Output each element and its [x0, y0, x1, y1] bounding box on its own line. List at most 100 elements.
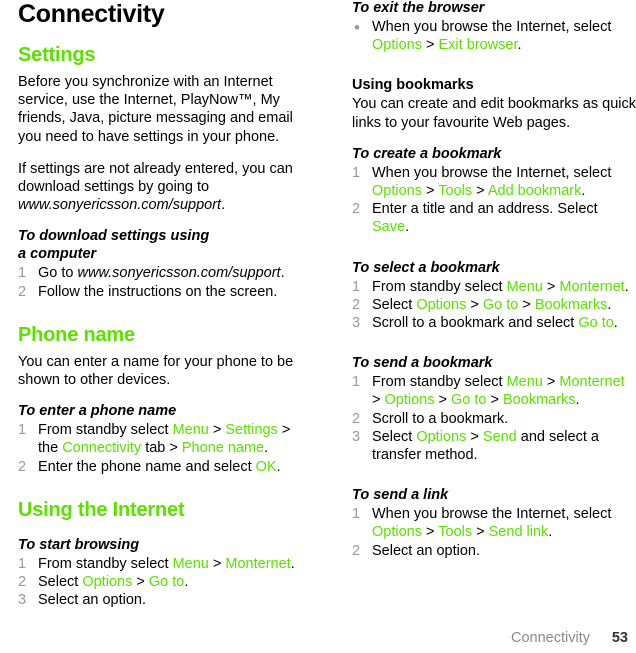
step-text-pre: Go to [38, 265, 78, 282]
menu-path-item: Phone name [181, 440, 265, 457]
list-item: 2 Scroll to a bookmark. [352, 410, 636, 428]
step-sep: . [624, 278, 629, 295]
menu-path-item: Bookmarks [503, 392, 576, 409]
list-item: 3 Select an option. [18, 591, 303, 609]
footer-chapter-name: Connectivity [511, 630, 590, 646]
footer-page-number: 53 [611, 630, 628, 646]
step-text: From standby select [372, 278, 507, 295]
menu-path-item: OK [255, 458, 277, 475]
settings-para2-post: . [221, 197, 226, 214]
step-sep: > [421, 524, 439, 541]
menu-path-item: Tools [438, 524, 473, 541]
manual-page: Connectivity Settings Before you synchro… [0, 0, 636, 653]
step-sep: > [434, 392, 452, 409]
step-sep: . [405, 219, 410, 236]
step-sep: > [466, 428, 483, 445]
menu-path-item: Go to [578, 315, 614, 332]
list-item: 2 Select Options > Go to > Bookmarks. [352, 296, 636, 314]
menu-path-item: Options [372, 37, 422, 54]
step-sep: tab > [141, 440, 182, 457]
step-text: Scroll to a bookmark. [372, 410, 509, 427]
procedure-heading-download-settings-line2: a computer [18, 246, 97, 263]
step-sep: . [581, 183, 586, 200]
step-number: 1 [352, 164, 361, 181]
menu-path-item: Monternet [559, 278, 625, 295]
step-sep: > [472, 524, 489, 541]
menu-path-item: Save [372, 219, 406, 236]
step-sep: . [290, 555, 295, 572]
menu-path-item: Options [416, 296, 467, 313]
menu-path-item: Send link [488, 524, 549, 541]
procedure-heading-start-browsing: To start browsing [18, 536, 140, 553]
step-number: 3 [352, 315, 361, 332]
step-number: 2 [18, 283, 27, 300]
steps-start-browsing: 1 From standby select Menu > Monternet. 2… [18, 555, 303, 610]
list-item: 1 Go to www.sonyericsson.com/support. [18, 264, 303, 282]
procedure-heading-send-bookmark: To send a bookmark [352, 355, 493, 372]
step-sep: > [542, 374, 560, 391]
step-sep: > [518, 296, 535, 313]
step-number: 1 [352, 506, 361, 523]
steps-select-bookmark: 1 From standby select Menu > Monternet. 2… [352, 278, 636, 333]
menu-path-item: Settings [225, 422, 278, 439]
menu-path-item: Menu [506, 278, 543, 295]
step-text-pre: Follow the instructions on the screen. [38, 283, 278, 300]
step-sep: . [264, 440, 269, 457]
step-number: 1 [352, 374, 361, 391]
step-number: 2 [18, 458, 27, 475]
settings-paragraph-1: Before you synchronize with an Internet … [18, 74, 293, 145]
step-number: 1 [18, 422, 27, 439]
list-item: 3 Scroll to a bookmark and select Go to. [352, 314, 636, 332]
menu-path-item: Tools [438, 183, 473, 200]
step-text: From standby select [38, 555, 173, 572]
step-sep: > [208, 422, 226, 439]
list-item: • When you browse the Internet, select Op… [352, 18, 636, 54]
phone-name-paragraph-1: You can enter a name for your phone to b… [18, 353, 294, 389]
list-item: 2 Select Options > Go to. [18, 573, 303, 591]
list-item: 1 From standby select Menu > Monternet. [18, 555, 303, 573]
procedure-heading-enter-phone-name: To enter a phone name [18, 403, 177, 420]
step-text: Enter the phone name and select [38, 458, 256, 475]
procedure-heading-create-bookmark: To create a bookmark [352, 145, 502, 162]
procedure-heading-download-settings-line1: To download settings using [18, 228, 210, 245]
procedure-heading-send-link: To send a link [352, 487, 449, 504]
step-sep: . [607, 296, 612, 313]
step-text: Select an option. [372, 542, 481, 559]
menu-path-item: Go to [451, 392, 487, 409]
step-sep: . [184, 574, 189, 591]
step-text: Select [372, 296, 417, 313]
right-column: To exit the browser • When you browse the… [352, 0, 636, 574]
step-sep: > [542, 278, 560, 295]
step-sep: > [466, 296, 483, 313]
steps-send-bookmark: 1 From standby select Menu > Monternet > … [352, 373, 636, 464]
bullet-icon: • [354, 18, 360, 37]
menu-path-item: Send [482, 428, 517, 445]
menu-path-item: Add bookmark [487, 183, 582, 200]
step-text-url: www.sonyericsson.com/support [77, 265, 281, 282]
list-item: 2 Select an option. [352, 542, 636, 560]
step-sep: . [575, 392, 580, 409]
steps-enter-phone-name: 1 From standby select Menu > Settings > t… [18, 421, 303, 476]
using-bookmarks-paragraph-1: You can create and edit bookmarks as qui… [352, 96, 636, 131]
menu-path-item: Monternet [225, 555, 291, 572]
steps-send-link: 1 When you browse the Internet, select Op… [352, 505, 636, 560]
list-item: 2 Enter a title and an address. Select Sa… [352, 200, 636, 236]
step-number: 2 [352, 201, 361, 218]
step-number: 3 [352, 428, 361, 445]
page-title: Connectivity [18, 0, 165, 28]
settings-paragraph-2: If settings are not already entered, you… [18, 160, 303, 215]
step-number: 2 [352, 296, 361, 313]
step-text: From standby select [38, 422, 173, 439]
step-text: When you browse the Internet, select [372, 19, 612, 35]
step-sep: . [548, 524, 553, 541]
list-item: 1 From standby select Menu > Settings > t… [18, 421, 303, 457]
menu-path-item: Go to [482, 296, 519, 313]
menu-path-item: Go to [148, 574, 185, 591]
menu-path-item: Menu [506, 374, 543, 391]
step-sep: > [372, 392, 385, 409]
steps-download-settings: 1 Go to www.sonyericsson.com/support. 2 Fo… [18, 264, 303, 300]
step-number: 1 [352, 278, 361, 295]
step-text: Select [372, 428, 417, 445]
